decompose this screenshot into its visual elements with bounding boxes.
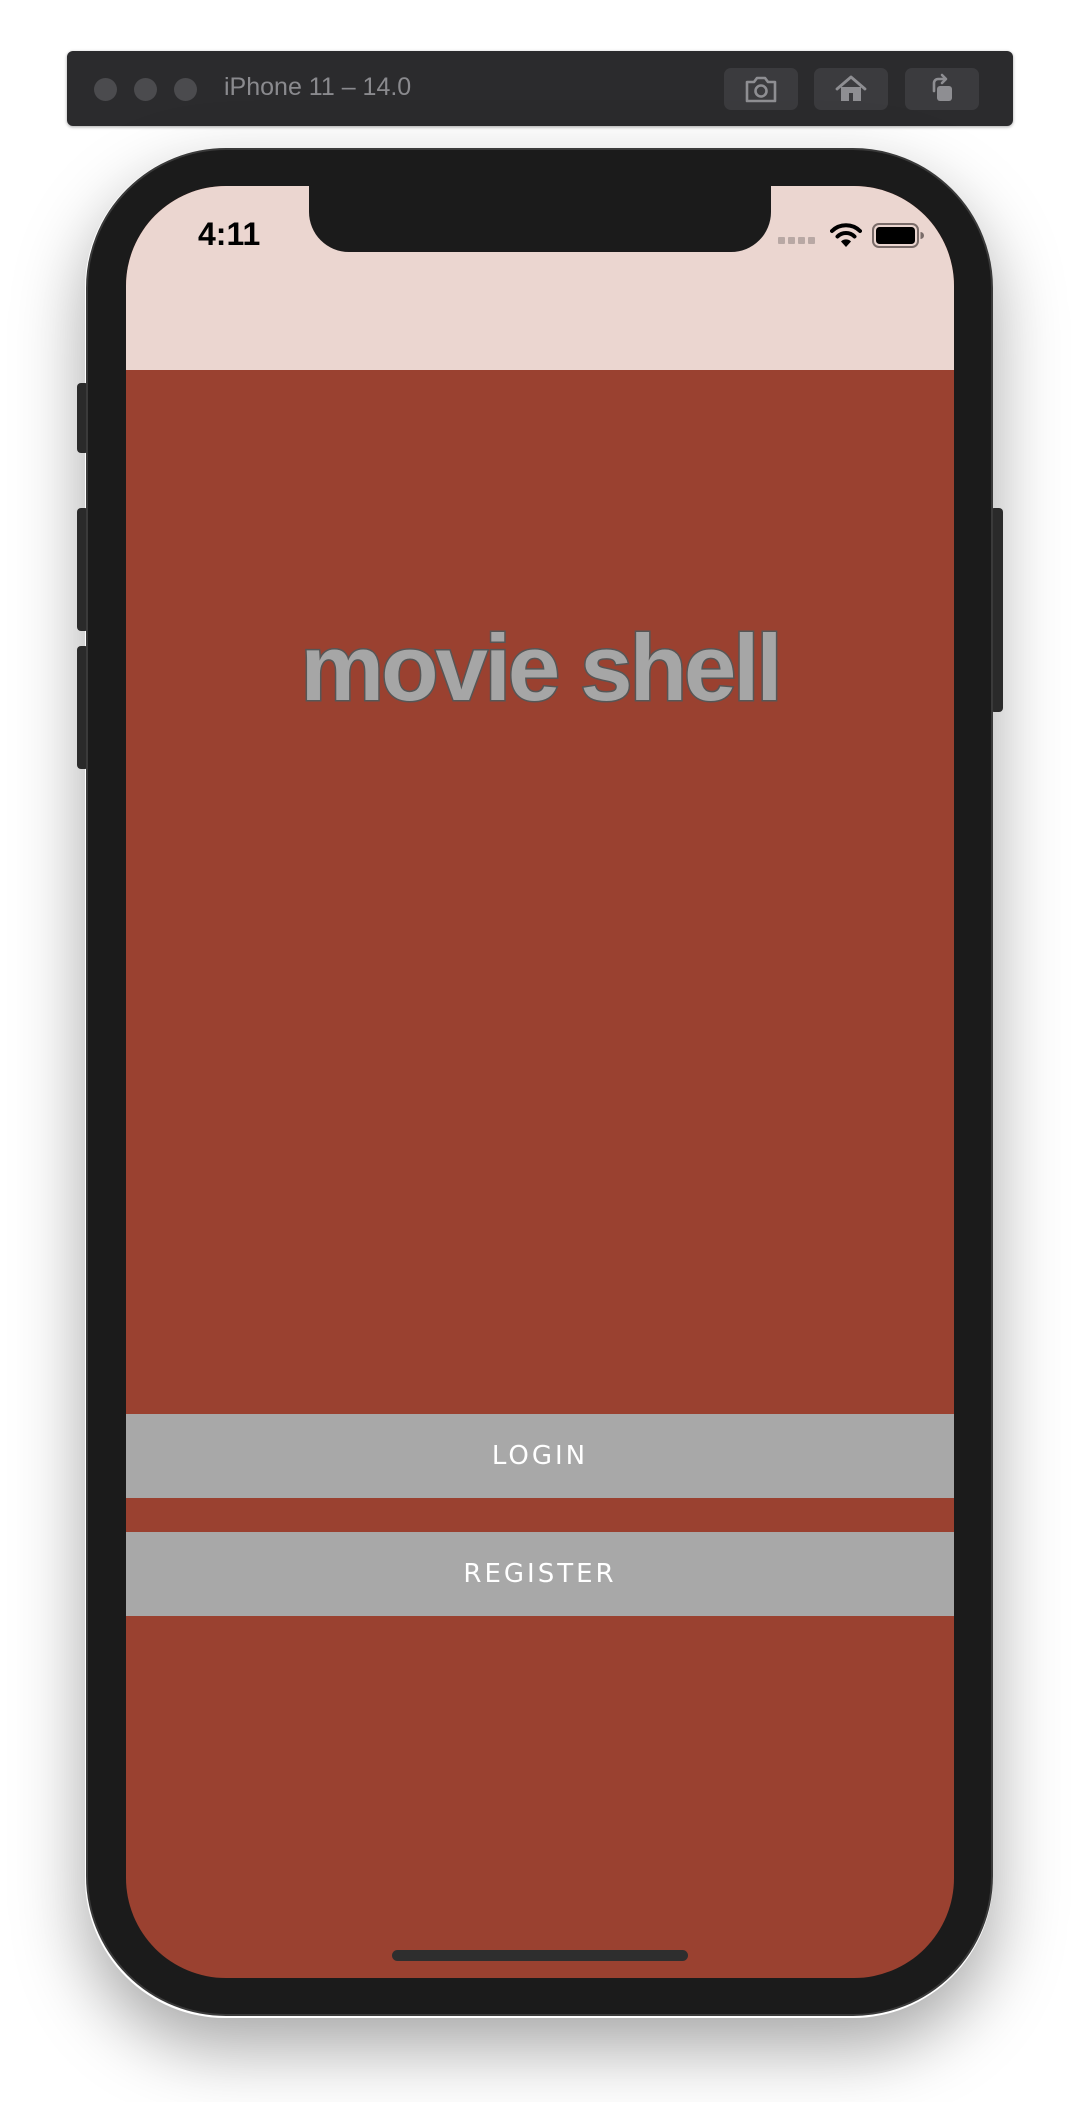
device-screen: 4:11 movie shell Login Register: [126, 186, 954, 1978]
rotate-icon: [932, 73, 952, 101]
home-button[interactable]: [814, 68, 888, 110]
wifi-icon: [830, 223, 862, 247]
screenshot-icon: [745, 76, 777, 103]
home-indicator[interactable]: [392, 1950, 688, 1961]
close-window-button[interactable]: [94, 78, 117, 101]
battery-icon: [872, 223, 924, 248]
cellular-signal-icon: [778, 237, 818, 245]
register-button[interactable]: Register: [126, 1532, 954, 1616]
device-notch: [309, 186, 771, 252]
simulator-title: iPhone 11 – 14.0: [224, 73, 412, 101]
rotate-button[interactable]: [905, 68, 979, 110]
simulator-toolbar: iPhone 11 – 14.0: [67, 51, 1013, 126]
zoom-window-button[interactable]: [174, 78, 197, 101]
screenshot-button[interactable]: [724, 68, 798, 110]
login-button[interactable]: Login: [126, 1414, 954, 1498]
simulator-stage: iPhone 11 – 14.0 4:11 movie shell LOGIN …: [0, 0, 1080, 2102]
home-icon: [835, 75, 867, 101]
app-title: movie shell: [299, 614, 784, 722]
minimize-window-button[interactable]: [134, 78, 157, 101]
status-icons: [778, 222, 928, 252]
status-time: 4:11: [198, 216, 261, 252]
